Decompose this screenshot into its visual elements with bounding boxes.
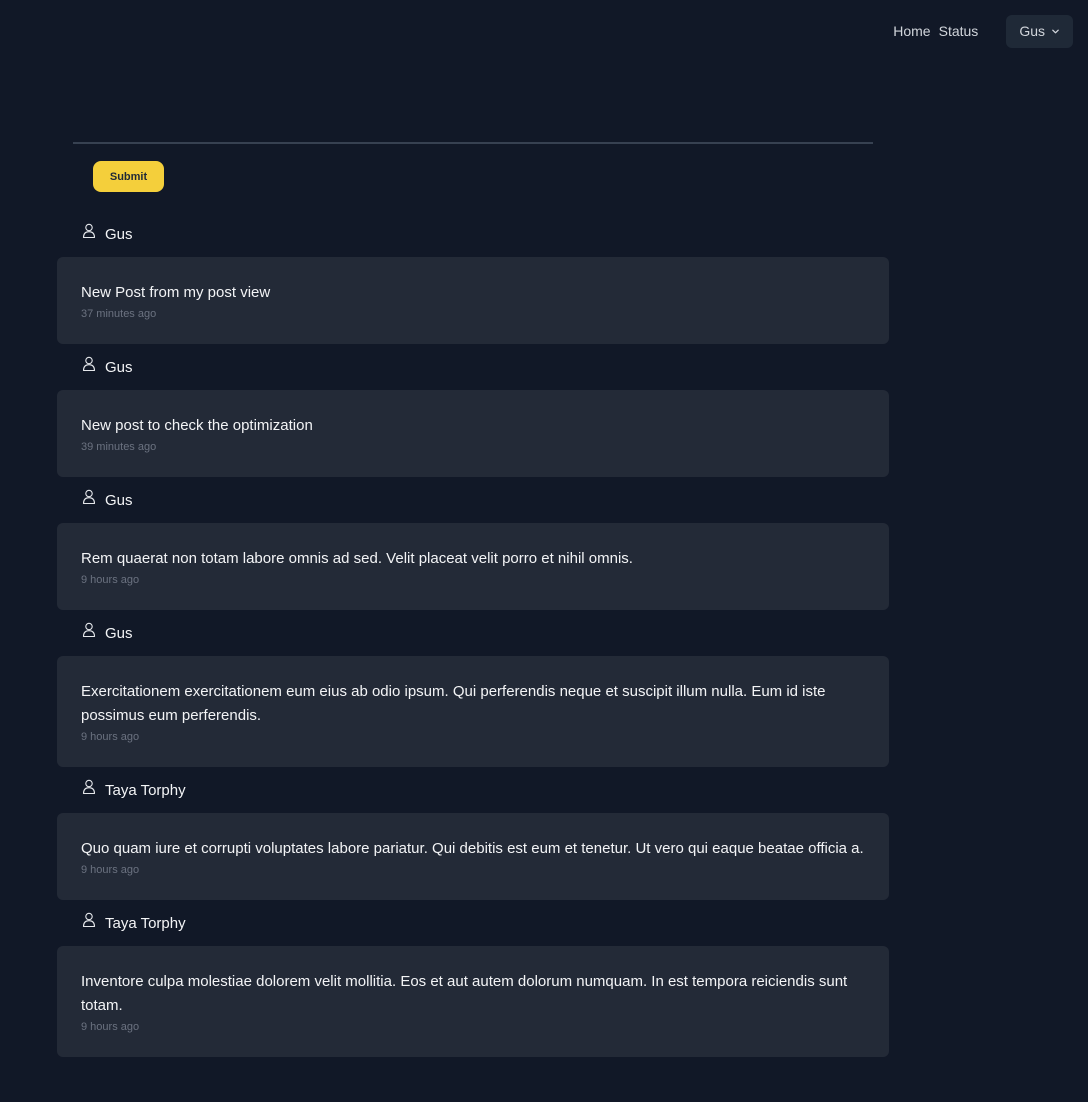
- post-item: Taya Torphy Inventore culpa molestiae do…: [57, 911, 889, 1057]
- post-timestamp: 9 hours ago: [81, 731, 140, 743]
- post-item: Gus New post to check the optimization 3…: [57, 355, 889, 477]
- post-author: Gus: [57, 222, 889, 246]
- post-card: Rem quaerat non totam labore omnis ad se…: [57, 523, 889, 610]
- author-name[interactable]: Gus: [105, 492, 133, 509]
- chevron-down-icon: [1052, 29, 1059, 33]
- user-icon: [82, 622, 96, 638]
- post-timestamp: 9 hours ago: [81, 1021, 140, 1033]
- post-body: New Post from my post view: [81, 284, 271, 301]
- post-body: New post to check the optimization: [81, 417, 313, 434]
- post-author: Gus: [57, 488, 889, 512]
- author-name[interactable]: Taya Torphy: [105, 915, 186, 932]
- post-body: Exercitationem exercitationem eum eius a…: [81, 683, 826, 724]
- post-timestamp: 9 hours ago: [81, 864, 140, 876]
- user-icon: [82, 912, 96, 928]
- post-timestamp: 37 minutes ago: [81, 308, 157, 320]
- user-icon: [82, 489, 96, 505]
- user-icon: [82, 223, 96, 239]
- post-input[interactable]: [73, 70, 873, 144]
- post-item: Gus Rem quaerat non totam labore omnis a…: [57, 488, 889, 610]
- post-feed: Gus New Post from my post view 37 minute…: [57, 222, 889, 1068]
- post-timestamp: 39 minutes ago: [81, 441, 157, 453]
- post-composer: Submit: [73, 70, 873, 192]
- post-card: Inventore culpa molestiae dolorem velit …: [57, 946, 889, 1057]
- post-author: Taya Torphy: [57, 911, 889, 935]
- user-menu-label: Gus: [1019, 23, 1045, 39]
- post-card: Quo quam iure et corrupti voluptates lab…: [57, 813, 889, 900]
- post-author: Gus: [57, 621, 889, 645]
- post-item: Taya Torphy Quo quam iure et corrupti vo…: [57, 778, 889, 900]
- submit-button[interactable]: Submit: [93, 161, 164, 192]
- post-body: Inventore culpa molestiae dolorem velit …: [81, 973, 848, 1014]
- post-author: Taya Torphy: [57, 778, 889, 802]
- user-icon: [82, 779, 96, 795]
- post-card: Exercitationem exercitationem eum eius a…: [57, 656, 889, 767]
- author-name[interactable]: Gus: [105, 625, 133, 642]
- user-menu-button[interactable]: Gus: [1006, 14, 1073, 48]
- nav-home-link[interactable]: Home: [893, 14, 930, 48]
- nav-status-link[interactable]: Status: [939, 14, 979, 48]
- author-name[interactable]: Taya Torphy: [105, 782, 186, 799]
- post-item: Gus New Post from my post view 37 minute…: [57, 222, 889, 344]
- post-body: Rem quaerat non totam labore omnis ad se…: [81, 550, 633, 567]
- post-author: Gus: [57, 355, 889, 379]
- post-timestamp: 9 hours ago: [81, 574, 140, 586]
- post-card: New Post from my post view 37 minutes ag…: [57, 257, 889, 344]
- user-icon: [82, 356, 96, 372]
- post-item: Gus Exercitationem exercitationem eum ei…: [57, 621, 889, 767]
- author-name[interactable]: Gus: [105, 226, 133, 243]
- post-body: Quo quam iure et corrupti voluptates lab…: [81, 840, 864, 857]
- top-navigation: Home Status Gus: [893, 14, 1073, 48]
- author-name[interactable]: Gus: [105, 359, 133, 376]
- post-card: New post to check the optimization 39 mi…: [57, 390, 889, 477]
